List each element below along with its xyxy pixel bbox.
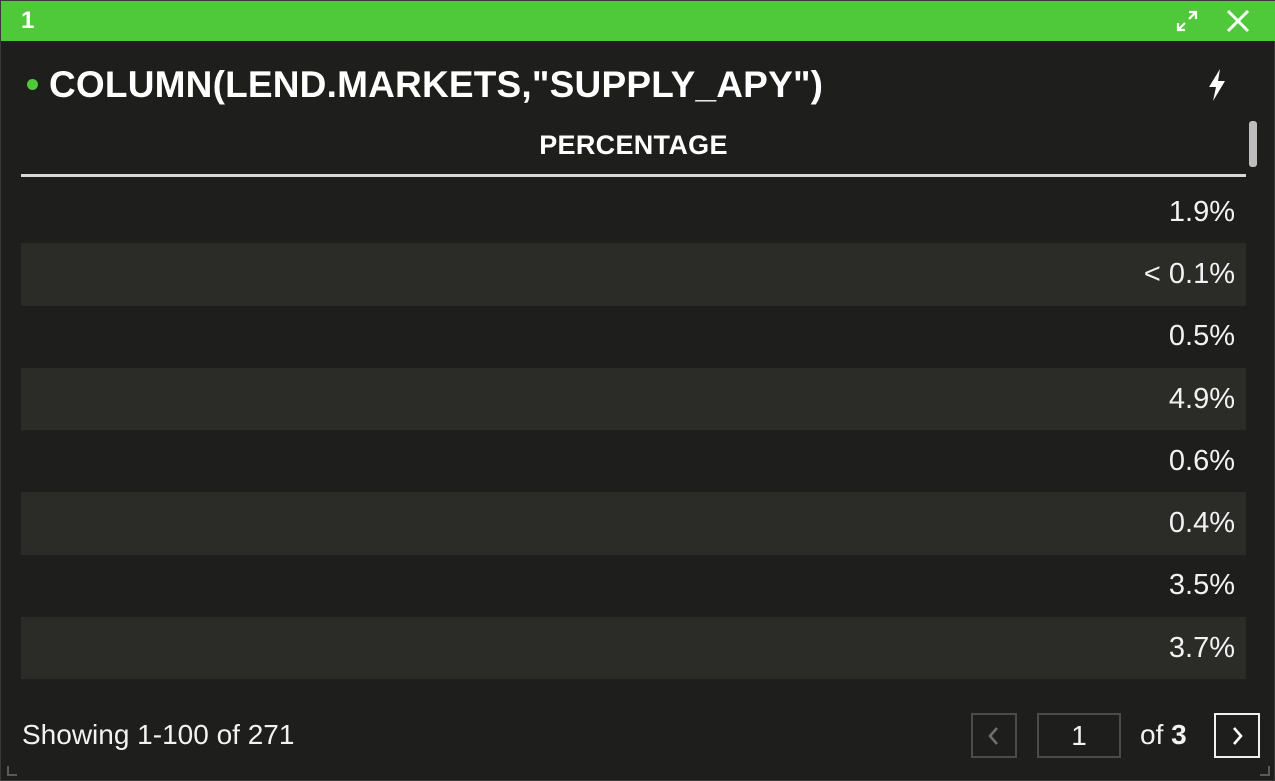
widget-window: 1 COLUMN(LEND.MARKETS,"SUPPLY_APY") PERC… [0, 0, 1275, 781]
table-body: 1.9% < 0.1% 0.5% 4.9% 0.6% 0.4% 3.5% 3.7… [21, 181, 1246, 679]
formula-title: COLUMN(LEND.MARKETS,"SUPPLY_APY") [49, 64, 824, 105]
close-icon [1226, 9, 1250, 33]
cell-percentage: 1.9% [1168, 195, 1235, 228]
table-row[interactable]: 3.7% [21, 617, 1246, 679]
table-row[interactable]: < 0.1% [21, 243, 1246, 306]
pagination-footer: Showing 1-100 of 271 of 3 [1, 707, 1275, 763]
column-header-label: PERCENTAGE [539, 130, 728, 160]
total-pages-label: of 3 [1140, 719, 1187, 751]
title-bar[interactable]: 1 [1, 1, 1275, 41]
cell-percentage: 3.7% [1168, 631, 1235, 664]
cell-percentage: < 0.1% [1143, 257, 1235, 290]
previous-page-button[interactable] [971, 713, 1017, 758]
expand-icon [1176, 10, 1198, 32]
chevron-right-icon [1233, 726, 1243, 745]
cell-percentage: 4.9% [1168, 382, 1235, 415]
table-row[interactable]: 0.6% [21, 430, 1246, 492]
expand-button[interactable] [1171, 5, 1203, 37]
lightning-bolt-icon [1209, 69, 1225, 101]
table-row[interactable]: 4.9% [21, 367, 1246, 431]
table-row[interactable]: 0.5% [21, 306, 1246, 368]
column-header-percentage[interactable]: PERCENTAGE [21, 117, 1246, 177]
lightning-action-button[interactable] [1200, 65, 1234, 105]
cell-percentage: 3.5% [1168, 569, 1235, 602]
chevron-left-icon [988, 726, 998, 745]
close-button[interactable] [1222, 5, 1254, 37]
cell-percentage: 0.6% [1168, 444, 1235, 477]
data-table: PERCENTAGE 1.9% < 0.1% 0.5% 4.9% 0.6% 0.… [21, 117, 1246, 679]
vertical-scrollbar-thumb[interactable] [1249, 121, 1257, 167]
table-row[interactable]: 3.5% [21, 555, 1246, 617]
of-text: of [1140, 719, 1164, 750]
table-row[interactable]: 1.9% [21, 181, 1246, 243]
resize-handle-bottom-right[interactable] [1260, 766, 1270, 776]
resize-handle-bottom-left[interactable] [7, 766, 17, 776]
status-dot-icon [27, 79, 38, 90]
window-title: 1 [21, 7, 35, 34]
cell-percentage: 0.4% [1168, 507, 1235, 540]
next-page-button[interactable] [1214, 713, 1260, 758]
widget-header: COLUMN(LEND.MARKETS,"SUPPLY_APY") [1, 57, 1275, 113]
showing-count-text: Showing 1-100 of 271 [22, 719, 295, 750]
page-number-input[interactable] [1037, 713, 1121, 758]
table-row[interactable]: 0.4% [21, 492, 1246, 555]
cell-percentage: 0.5% [1168, 320, 1235, 353]
total-pages-value: 3 [1171, 719, 1187, 750]
